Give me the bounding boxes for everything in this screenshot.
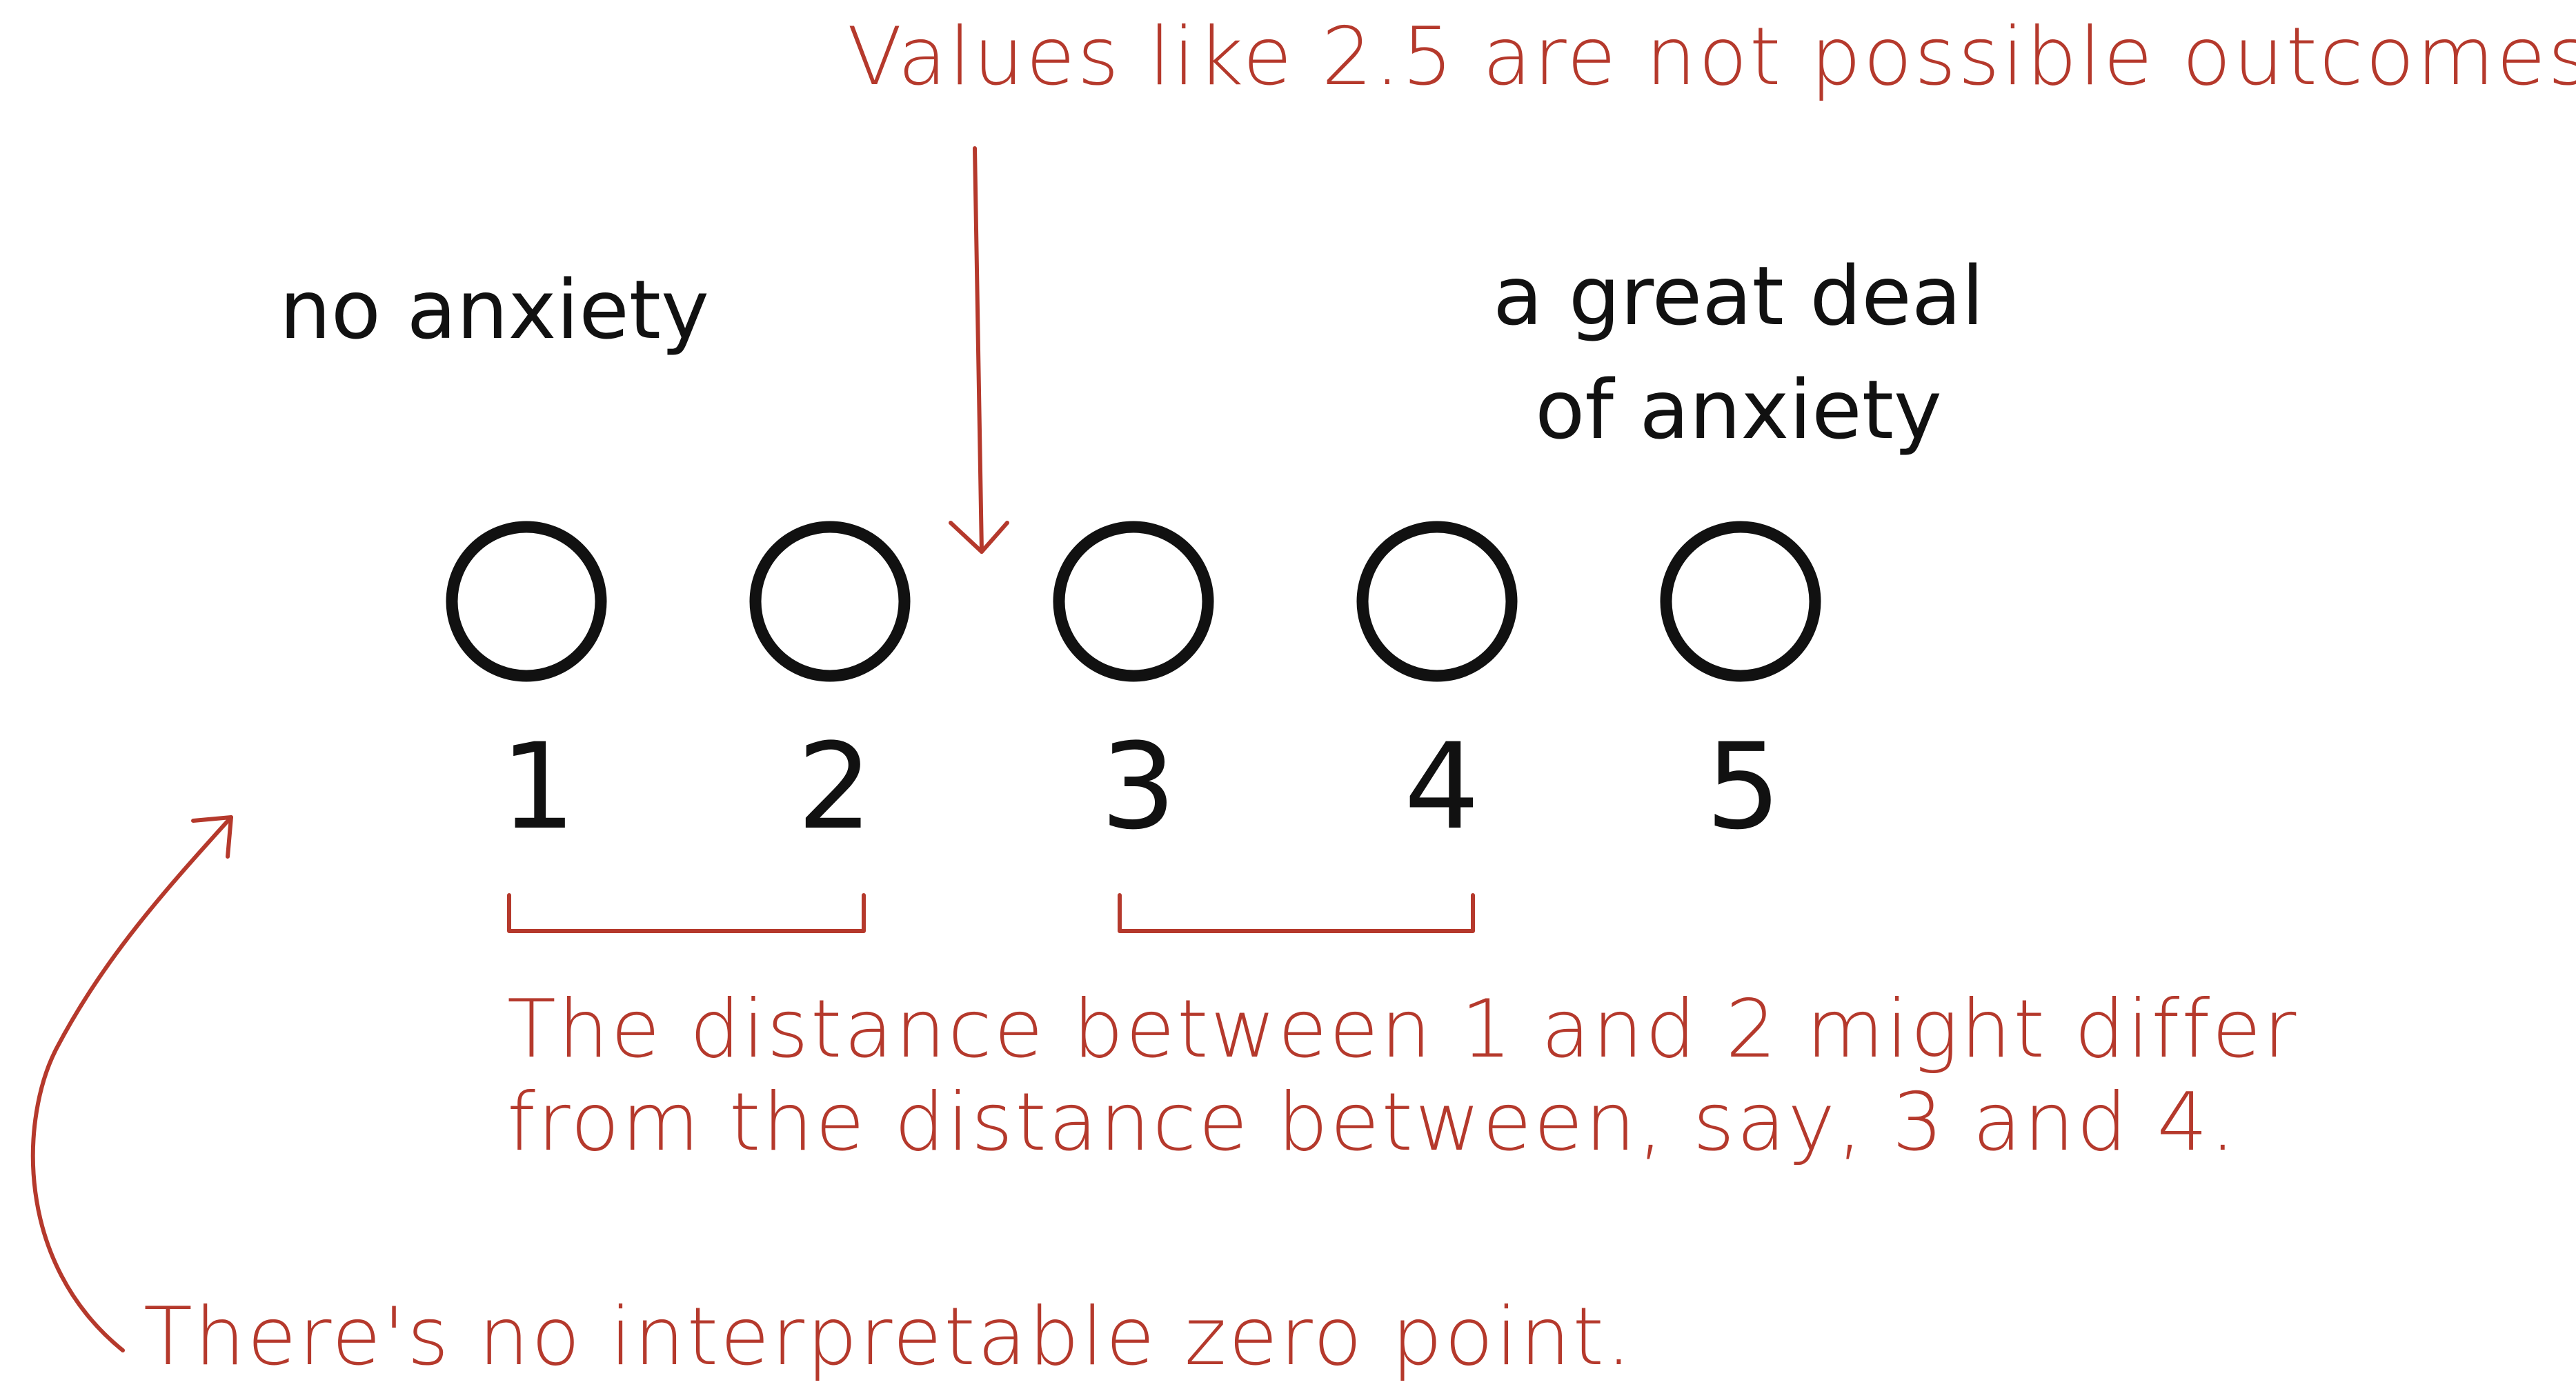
- option-number-2: 2: [797, 717, 872, 856]
- curved-arrow-icon: [30, 815, 233, 1352]
- radio-option-2[interactable]: [749, 521, 911, 682]
- likert-scale-diagram: Values like 2.5 are not possible outcome…: [30, 10, 2576, 1383]
- low-anchor-label: no anxiety: [279, 262, 709, 357]
- radio-option-3[interactable]: [1053, 521, 1214, 682]
- bracket-1-2: [507, 893, 866, 933]
- arrow-down-icon: [949, 146, 1009, 554]
- radio-option-5[interactable]: [1660, 521, 1821, 682]
- option-number-4: 4: [1404, 717, 1479, 856]
- high-anchor-label-line2: of anxiety: [1535, 362, 1942, 457]
- annotation-zero-point: There's no interpretable zero point.: [143, 1290, 1634, 1383]
- radio-option-1[interactable]: [446, 521, 607, 682]
- bracket-3-4: [1118, 893, 1475, 933]
- annotation-distance-line1: The distance between 1 and 2 might diffe…: [507, 983, 2298, 1076]
- option-number-3: 3: [1100, 717, 1176, 856]
- option-number-5: 5: [1705, 717, 1781, 856]
- annotation-distance-line2: from the distance between, say, 3 and 4.: [507, 1076, 2237, 1169]
- option-number-1: 1: [500, 717, 575, 856]
- radio-option-4[interactable]: [1356, 521, 1518, 682]
- high-anchor-label-line1: a great deal: [1493, 248, 1984, 343]
- annotation-not-possible: Values like 2.5 are not possible outcome…: [847, 10, 2576, 103]
